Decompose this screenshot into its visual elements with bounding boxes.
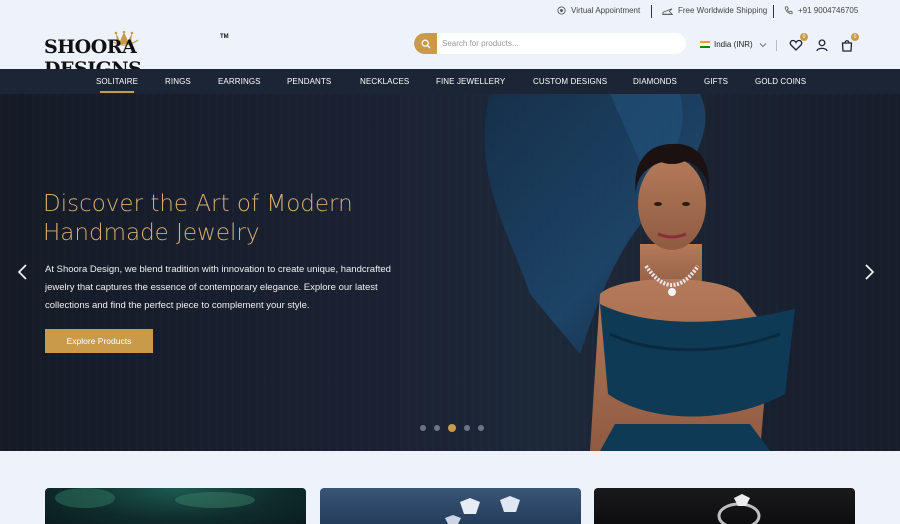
hero-description: At Shoora Design, we blend tradition wit… xyxy=(45,264,391,311)
model-photo xyxy=(484,94,795,451)
shoora-designs-logo[interactable]: SHOORA DESIGNS TM xyxy=(44,30,234,80)
category-card[interactable] xyxy=(45,488,306,524)
country-currency-selector[interactable]: India (INR) xyxy=(700,40,767,49)
free-shipping-label: Free Worldwide Shipping xyxy=(678,6,768,15)
nav-item-gifts[interactable]: GIFTS xyxy=(704,69,728,94)
plane-icon xyxy=(662,8,673,15)
card-image xyxy=(445,496,520,524)
carousel-dot[interactable] xyxy=(464,425,470,431)
country-label: India (INR) xyxy=(714,40,753,49)
explore-products-button[interactable]: Explore Products xyxy=(45,329,153,353)
nav-item-solitaire[interactable]: SOLITAIRE xyxy=(96,69,138,94)
main-navigation: SOLITAIRE RINGS EARRINGS PENDANTS NECKLA… xyxy=(0,69,900,94)
nav-item-rings[interactable]: RINGS xyxy=(165,69,191,94)
carousel-dot-active[interactable] xyxy=(448,424,456,432)
category-card[interactable] xyxy=(320,488,581,524)
video-icon xyxy=(557,6,566,15)
nav-item-diamonds[interactable]: DIAMONDS xyxy=(633,69,677,94)
divider xyxy=(776,40,777,51)
virtual-appointment-label: Virtual Appointment xyxy=(571,6,641,15)
chevron-right-icon xyxy=(865,264,875,280)
virtual-appointment-link[interactable]: Virtual Appointment xyxy=(557,6,640,15)
search-icon xyxy=(421,39,430,48)
divider xyxy=(773,5,774,18)
nav-item-custom-designs[interactable]: CUSTOM DESIGNS xyxy=(533,69,607,94)
wishlist-count-badge: 0 xyxy=(800,33,808,41)
india-flag-icon xyxy=(700,41,710,48)
hero-banner-carousel: Discover the Art of Modern Handmade Jewe… xyxy=(0,94,900,451)
nav-item-gold-coins[interactable]: GOLD COINS xyxy=(755,69,806,94)
nav-item-pendants[interactable]: PENDANTS xyxy=(287,69,331,94)
carousel-dot[interactable] xyxy=(434,425,440,431)
hero-title: Discover the Art of Modern Handmade Jewe… xyxy=(43,191,353,246)
card-image xyxy=(55,488,255,508)
carousel-indicators xyxy=(420,424,484,432)
cart-button[interactable]: 0 xyxy=(840,33,859,52)
account-button[interactable] xyxy=(815,38,829,52)
top-utility-bar: Virtual Appointment Free Worldwide Shipp… xyxy=(0,0,900,24)
nav-item-fine-jewellery[interactable]: FINE JEWELLERY xyxy=(436,69,505,94)
search-button[interactable] xyxy=(414,33,437,54)
phone-icon xyxy=(784,6,793,15)
card-image xyxy=(717,494,761,524)
category-card[interactable] xyxy=(594,488,855,524)
wishlist-button[interactable]: 0 xyxy=(789,33,808,52)
phone-link[interactable]: +91 9004746705 xyxy=(784,6,858,15)
nav-item-earrings[interactable]: EARRINGS xyxy=(218,69,261,94)
phone-number: +91 9004746705 xyxy=(798,6,859,15)
free-shipping-info: Free Worldwide Shipping xyxy=(662,6,767,15)
divider xyxy=(651,5,652,18)
chevron-left-icon xyxy=(17,264,27,280)
search-input[interactable] xyxy=(442,36,672,51)
carousel-next-button[interactable] xyxy=(862,262,876,282)
carousel-prev-button[interactable] xyxy=(16,262,30,282)
search-bar xyxy=(414,33,686,54)
carousel-dot[interactable] xyxy=(478,425,484,431)
nav-item-necklaces[interactable]: NECKLACES xyxy=(360,69,409,94)
cart-count-badge: 0 xyxy=(851,33,859,41)
chevron-down-icon xyxy=(759,42,767,47)
logo-trademark: TM xyxy=(220,34,229,40)
user-icon xyxy=(816,39,828,52)
carousel-dot[interactable] xyxy=(420,425,426,431)
